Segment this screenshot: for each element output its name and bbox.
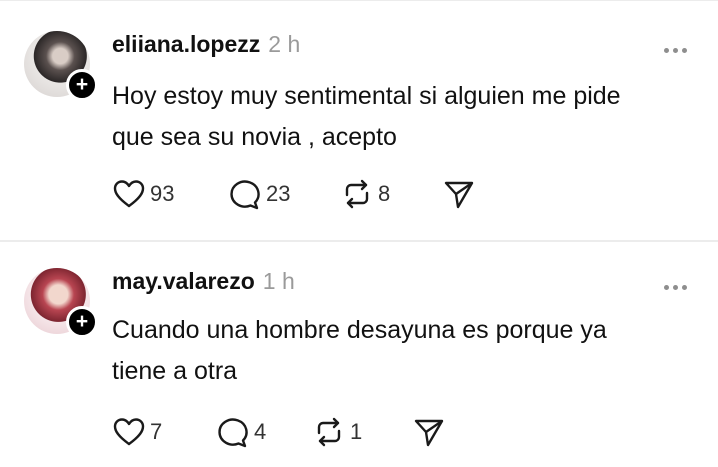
comment-icon xyxy=(214,415,250,449)
post-may[interactable]: + may.valarezo 1 h Cuando una hombre des… xyxy=(0,242,718,467)
post-text: Cuando una hombre desayuna es porque ya … xyxy=(112,310,692,392)
like-count: 7 xyxy=(150,419,163,444)
post-text-line: Cuando una hombre desayuna es porque ya xyxy=(112,316,607,344)
repost-icon xyxy=(340,178,374,210)
username[interactable]: may.valarezo xyxy=(112,268,255,295)
like-button[interactable]: 7 xyxy=(112,412,162,452)
follow-button[interactable]: + xyxy=(66,306,98,338)
reply-button[interactable]: 4 xyxy=(214,412,266,452)
follow-button[interactable]: + xyxy=(66,69,98,101)
repost-icon xyxy=(312,416,346,448)
post-text-line: Hoy estoy muy sentimental si alguien me … xyxy=(112,82,621,110)
more-options-icon[interactable] xyxy=(660,40,690,60)
repost-count: 1 xyxy=(350,419,363,444)
timestamp: 2 h xyxy=(268,31,301,57)
heart-icon xyxy=(112,178,146,210)
heart-icon xyxy=(112,416,146,448)
reply-button[interactable]: 23 xyxy=(226,174,290,214)
reply-count: 23 xyxy=(266,181,291,206)
post-eliiana[interactable]: + eliiana.lopezz 2 h Hoy estoy muy senti… xyxy=(0,0,718,240)
post-text-line: tiene a otra xyxy=(112,357,238,385)
timestamp: 1 h xyxy=(262,268,295,294)
post-text-line: que sea su novia , acepto xyxy=(112,123,397,151)
repost-button[interactable]: 8 xyxy=(340,174,390,214)
more-options-icon[interactable] xyxy=(660,277,690,297)
username[interactable]: eliiana.lopezz xyxy=(112,31,260,58)
post-header: may.valarezo 1 h xyxy=(112,268,295,302)
share-button[interactable] xyxy=(412,412,446,452)
avatar[interactable]: + xyxy=(24,268,98,338)
repost-button[interactable]: 1 xyxy=(312,412,362,452)
post-text: Hoy estoy muy sentimental si alguien me … xyxy=(112,76,692,158)
repost-count: 8 xyxy=(378,181,391,206)
like-count: 93 xyxy=(150,181,175,206)
comment-icon xyxy=(226,177,262,211)
thread-feed: + eliiana.lopezz 2 h Hoy estoy muy senti… xyxy=(0,0,718,467)
post-header: eliiana.lopezz 2 h xyxy=(112,31,300,65)
send-icon xyxy=(442,178,476,210)
reply-count: 4 xyxy=(254,419,267,444)
share-button[interactable] xyxy=(442,174,476,214)
like-button[interactable]: 93 xyxy=(112,174,174,214)
send-icon xyxy=(412,416,446,448)
avatar[interactable]: + xyxy=(24,31,98,101)
